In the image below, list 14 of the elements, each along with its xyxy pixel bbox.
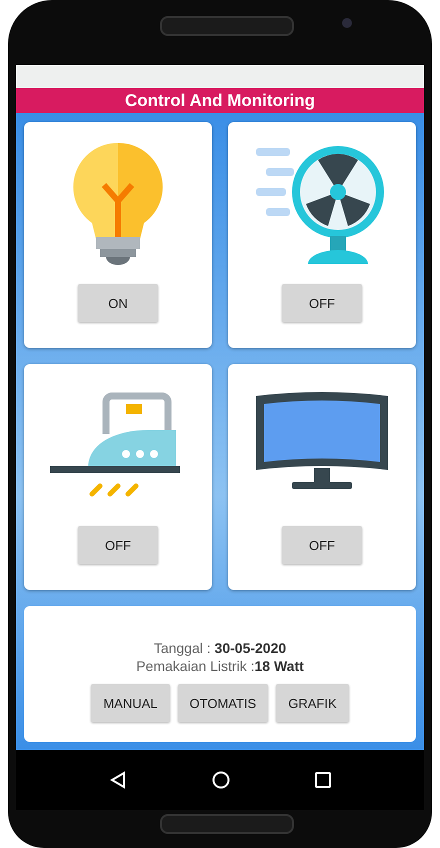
recents-icon[interactable]	[315, 772, 332, 788]
toggle-button[interactable]: OFF	[282, 526, 362, 564]
date-text: Tanggal : 30-05-2020	[154, 640, 286, 656]
back-icon[interactable]	[108, 771, 127, 789]
app-title: Control And Monitoring	[16, 88, 424, 113]
mode-button[interactable]: OTOMATIS	[178, 684, 268, 722]
toggle-button[interactable]: OFF	[78, 526, 158, 564]
mode-button[interactable]: GRAFIK	[276, 684, 349, 722]
home-icon[interactable]	[212, 771, 230, 789]
toggle-button[interactable]: OFF	[282, 284, 362, 322]
camera-lens	[342, 18, 352, 28]
mode-button[interactable]: MANUAL	[91, 684, 170, 722]
usage-text: Pemakaian Listrik :18 Watt	[136, 658, 304, 674]
toggle-button[interactable]: ON	[78, 284, 158, 322]
